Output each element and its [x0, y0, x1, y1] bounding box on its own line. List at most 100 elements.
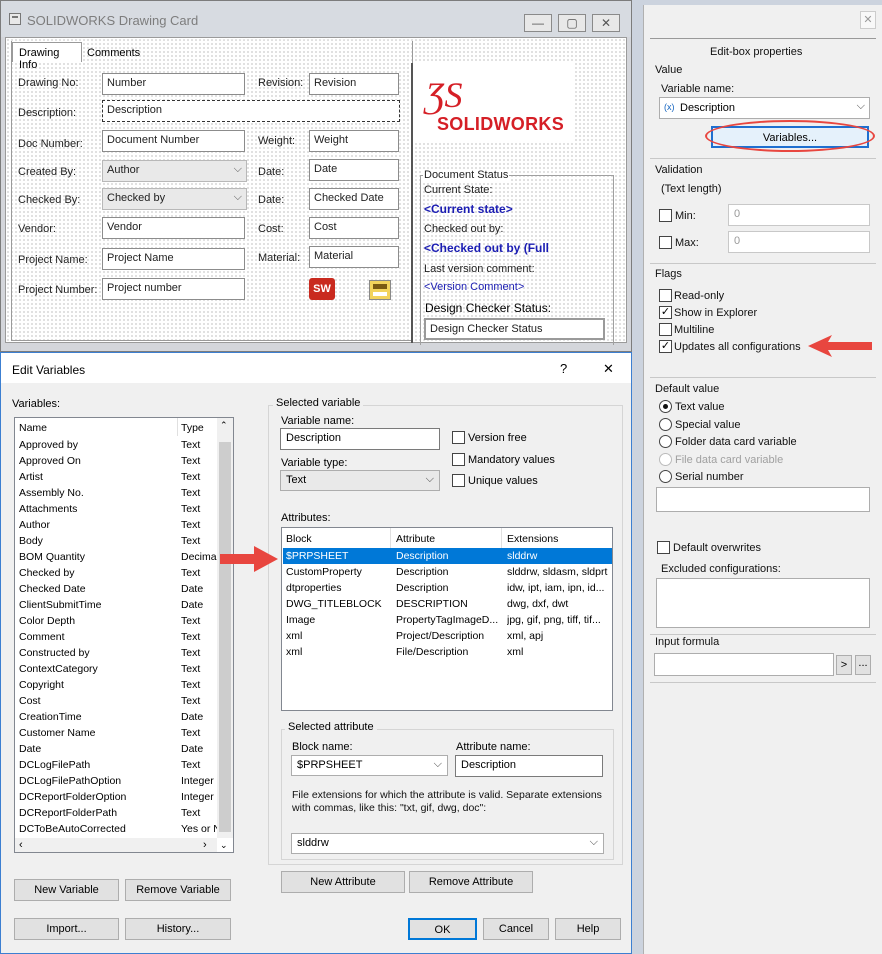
scroll-down-icon[interactable]: ⌄	[220, 840, 228, 851]
material-field[interactable]: Material	[309, 246, 399, 268]
variable-row[interactable]: DCLogFilePath Text	[15, 758, 217, 774]
attributes-table[interactable]: Block Attribute Extensions $PRPSHEET Desc…	[281, 527, 613, 711]
attribute-row[interactable]: $PRPSHEET Description slddrw	[283, 548, 612, 564]
variable-row[interactable]: Color Depth Text	[15, 614, 217, 630]
description-field[interactable]: Description	[102, 100, 400, 122]
attribute-row[interactable]: CustomProperty Description slddrw, sldasm,…	[283, 564, 612, 580]
variable-row[interactable]: Approved by Text	[15, 438, 217, 454]
block-name-select[interactable]: $PRPSHEET ⌵	[291, 755, 448, 776]
flag-checkbox[interactable]: ✓	[659, 340, 672, 353]
variable-row[interactable]: DCReportFolderOption Integer	[15, 790, 217, 806]
variable-row[interactable]: ClientSubmitTime Date	[15, 598, 217, 614]
formula-arrow-button[interactable]: >	[836, 655, 852, 675]
variable-row[interactable]: Author Text	[15, 518, 217, 534]
solidworks-sw-icon[interactable]: SW	[309, 278, 335, 300]
cancel-button[interactable]: Cancel	[483, 918, 549, 940]
project-number-field[interactable]: Project number	[102, 278, 245, 300]
doc-number-field[interactable]: Document Number	[102, 130, 245, 152]
weight-field[interactable]: Weight	[309, 130, 399, 152]
variable-row[interactable]: Attachments Text	[15, 502, 217, 518]
attribute-name-field[interactable]: Description	[455, 755, 603, 777]
excluded-configurations-list[interactable]	[656, 578, 870, 628]
variable-name-field[interactable]: Description	[280, 428, 440, 450]
variable-row[interactable]: Copyright Text	[15, 678, 217, 694]
default-option-radio[interactable]	[659, 417, 672, 431]
unique-values-checkbox[interactable]	[452, 474, 465, 487]
vertical-scrollbar[interactable]: ⌃	[217, 418, 233, 838]
scroll-right-icon[interactable]: ›	[203, 839, 207, 851]
variables-list[interactable]: Name Type Approved by Text Approved On Text…	[14, 417, 234, 853]
variable-row[interactable]: Cost Text	[15, 694, 217, 710]
attribute-row[interactable]: DWG_TITLEBLOCK DESCRIPTION dwg, dxf, dwt	[283, 596, 612, 612]
new-attribute-button[interactable]: New Attribute	[281, 871, 405, 893]
extensions-select[interactable]: slddrw ⌵	[291, 833, 604, 854]
close-button[interactable]: ✕	[592, 14, 620, 32]
variable-row[interactable]: Comment Text	[15, 630, 217, 646]
horizontal-scrollbar[interactable]: ‹ ›	[15, 838, 217, 852]
new-variable-button[interactable]: New Variable	[14, 879, 119, 901]
col-extensions-header[interactable]: Extensions	[507, 533, 558, 545]
tab-comments[interactable]: Comments	[87, 47, 140, 59]
variable-row[interactable]: Artist Text	[15, 470, 217, 486]
remove-attribute-button[interactable]: Remove Attribute	[409, 871, 533, 893]
remove-variable-button[interactable]: Remove Variable	[125, 879, 231, 901]
variable-row[interactable]: BOM Quantity Decima	[15, 550, 217, 566]
help-button[interactable]: ?	[560, 361, 567, 376]
variable-row[interactable]: ContextCategory Text	[15, 662, 217, 678]
history-button[interactable]: History...	[125, 918, 231, 940]
variable-row[interactable]: Checked by Text	[15, 566, 217, 582]
panel-close-button[interactable]: ✕	[860, 11, 876, 29]
variable-row[interactable]: DCReportFolderPath Text	[15, 806, 217, 822]
datacard-layout-icon[interactable]	[369, 280, 391, 300]
checked-by-combo[interactable]: Checked by ⌵	[102, 188, 247, 210]
scroll-left-icon[interactable]: ‹	[19, 839, 23, 851]
variable-row[interactable]: Body Text	[15, 534, 217, 550]
checked-date-field[interactable]: Checked Date	[309, 188, 399, 210]
import-button[interactable]: Import...	[14, 918, 119, 940]
version-free-checkbox[interactable]	[452, 431, 465, 444]
attribute-row[interactable]: dtproperties Description idw, ipt, iam, ip…	[283, 580, 612, 596]
minimize-button[interactable]: —	[524, 14, 552, 32]
drawing-no-field[interactable]: Number	[102, 73, 245, 95]
created-by-combo[interactable]: Author ⌵	[102, 160, 247, 182]
project-name-field[interactable]: Project Name	[102, 248, 245, 270]
variable-name-select[interactable]: (x) Description ⌵	[659, 97, 870, 119]
attribute-row[interactable]: xml File/Description xml	[283, 644, 612, 660]
variable-type-select[interactable]: Text ⌵	[280, 470, 440, 491]
flag-checkbox[interactable]	[659, 323, 672, 336]
mandatory-values-checkbox[interactable]	[452, 453, 465, 466]
attribute-row[interactable]: xml Project/Description xml, apj	[283, 628, 612, 644]
col-name-header[interactable]: Name	[19, 422, 47, 434]
col-attribute-header[interactable]: Attribute	[396, 533, 435, 545]
ok-button[interactable]: OK	[408, 918, 477, 940]
attribute-row[interactable]: Image PropertyTagImageD... jpg, gif, png, …	[283, 612, 612, 628]
variable-row[interactable]: Customer Name Text	[15, 726, 217, 742]
variable-row[interactable]: Assembly No. Text	[15, 486, 217, 502]
design-checker-field[interactable]: Design Checker Status	[424, 318, 605, 340]
dialog-close-button[interactable]: ✕	[603, 361, 614, 377]
default-option-radio[interactable]	[659, 435, 672, 448]
variable-row[interactable]: Constructed by Text	[15, 646, 217, 662]
help-dialog-button[interactable]: Help	[555, 918, 621, 940]
variable-row[interactable]: DCLogFilePathOption Integer	[15, 774, 217, 790]
max-checkbox[interactable]	[659, 236, 672, 249]
scroll-up-icon[interactable]: ⌃	[220, 420, 228, 431]
default-value-field[interactable]	[656, 487, 870, 512]
cost-field[interactable]: Cost	[309, 217, 399, 239]
scroll-thumb[interactable]	[219, 442, 231, 832]
variable-row[interactable]: CreationTime Date	[15, 710, 217, 726]
variable-row[interactable]: Checked Date Date	[15, 582, 217, 598]
variable-row[interactable]: Approved On Text	[15, 454, 217, 470]
min-checkbox[interactable]	[659, 209, 672, 222]
vendor-field[interactable]: Vendor	[102, 217, 245, 239]
flag-checkbox[interactable]	[659, 289, 672, 302]
revision-field[interactable]: Revision	[309, 73, 399, 95]
col-type-header[interactable]: Type	[181, 422, 204, 434]
default-overwrites-checkbox[interactable]	[657, 541, 670, 554]
variable-row[interactable]: Date Date	[15, 742, 217, 758]
variable-row[interactable]: DCToBeAutoCorrected Yes or N	[15, 822, 217, 838]
formula-more-button[interactable]: ...	[855, 655, 871, 675]
min-field[interactable]: 0	[728, 204, 870, 226]
maximize-button[interactable]: ▢	[558, 14, 586, 32]
default-option-radio[interactable]	[659, 452, 672, 466]
